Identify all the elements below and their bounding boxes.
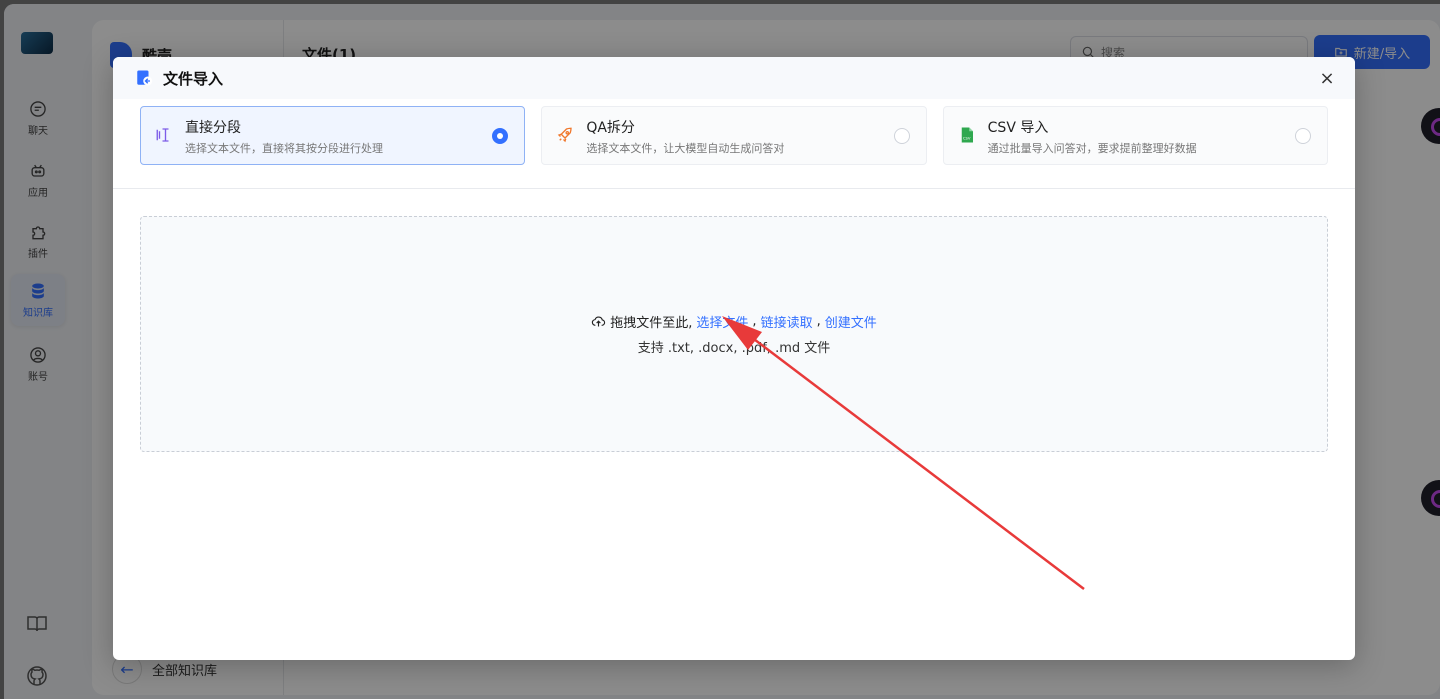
- create-file-link[interactable]: 创建文件: [825, 312, 877, 331]
- option-csv-import[interactable]: CSV CSV 导入 通过批量导入问答对，要求提前整理好数据: [942, 106, 1328, 165]
- modal-title: 文件导入: [163, 69, 224, 88]
- separator: ,: [752, 314, 757, 329]
- url-read-link[interactable]: 链接读取: [761, 312, 813, 331]
- file-import-modal: 文件导入 × 直接分段 选择文本文件，直接将其按分段进行处理 QA拆分 选择文本…: [113, 57, 1355, 660]
- separator: ,: [816, 314, 821, 329]
- option-name: CSV 导入: [987, 120, 1049, 136]
- close-icon[interactable]: ×: [1317, 68, 1337, 89]
- dropzone-instruction: 拖拽文件至此, 选择文件, 链接读取, 创建文件: [591, 312, 877, 331]
- option-qa-split[interactable]: QA拆分 选择文本文件，让大模型自动生成问答对: [541, 106, 927, 165]
- import-file-icon: [137, 70, 153, 86]
- dropzone-prefix: 拖拽文件至此,: [610, 316, 693, 331]
- option-desc: 选择文本文件，直接将其按分段进行处理: [185, 142, 383, 155]
- cloud-upload-icon: [592, 316, 606, 327]
- option-direct-segment[interactable]: 直接分段 选择文本文件，直接将其按分段进行处理: [140, 106, 526, 165]
- csv-file-icon: CSV: [961, 127, 973, 143]
- text-segment-icon: [156, 128, 169, 142]
- select-file-link[interactable]: 选择文件: [696, 312, 748, 331]
- option-desc: 通过批量导入问答对，要求提前整理好数据: [987, 142, 1197, 155]
- supported-formats: 支持 .txt, .docx, .pdf, .md 文件: [637, 341, 831, 356]
- option-name: QA拆分: [586, 120, 635, 136]
- option-name: 直接分段: [185, 120, 241, 136]
- option-radio[interactable]: [893, 128, 910, 144]
- modal-header: 文件导入 ×: [113, 57, 1355, 99]
- svg-text:CSV: CSV: [963, 137, 971, 141]
- option-desc: 选择文本文件，让大模型自动生成问答对: [586, 142, 785, 155]
- file-dropzone[interactable]: 拖拽文件至此, 选择文件, 链接读取, 创建文件 支持 .txt, .docx,…: [140, 216, 1328, 452]
- rocket-icon: [558, 127, 573, 143]
- option-radio[interactable]: [1294, 128, 1311, 144]
- divider: [113, 188, 1355, 189]
- import-type-options: 直接分段 选择文本文件，直接将其按分段进行处理 QA拆分 选择文本文件，让大模型…: [140, 106, 1328, 165]
